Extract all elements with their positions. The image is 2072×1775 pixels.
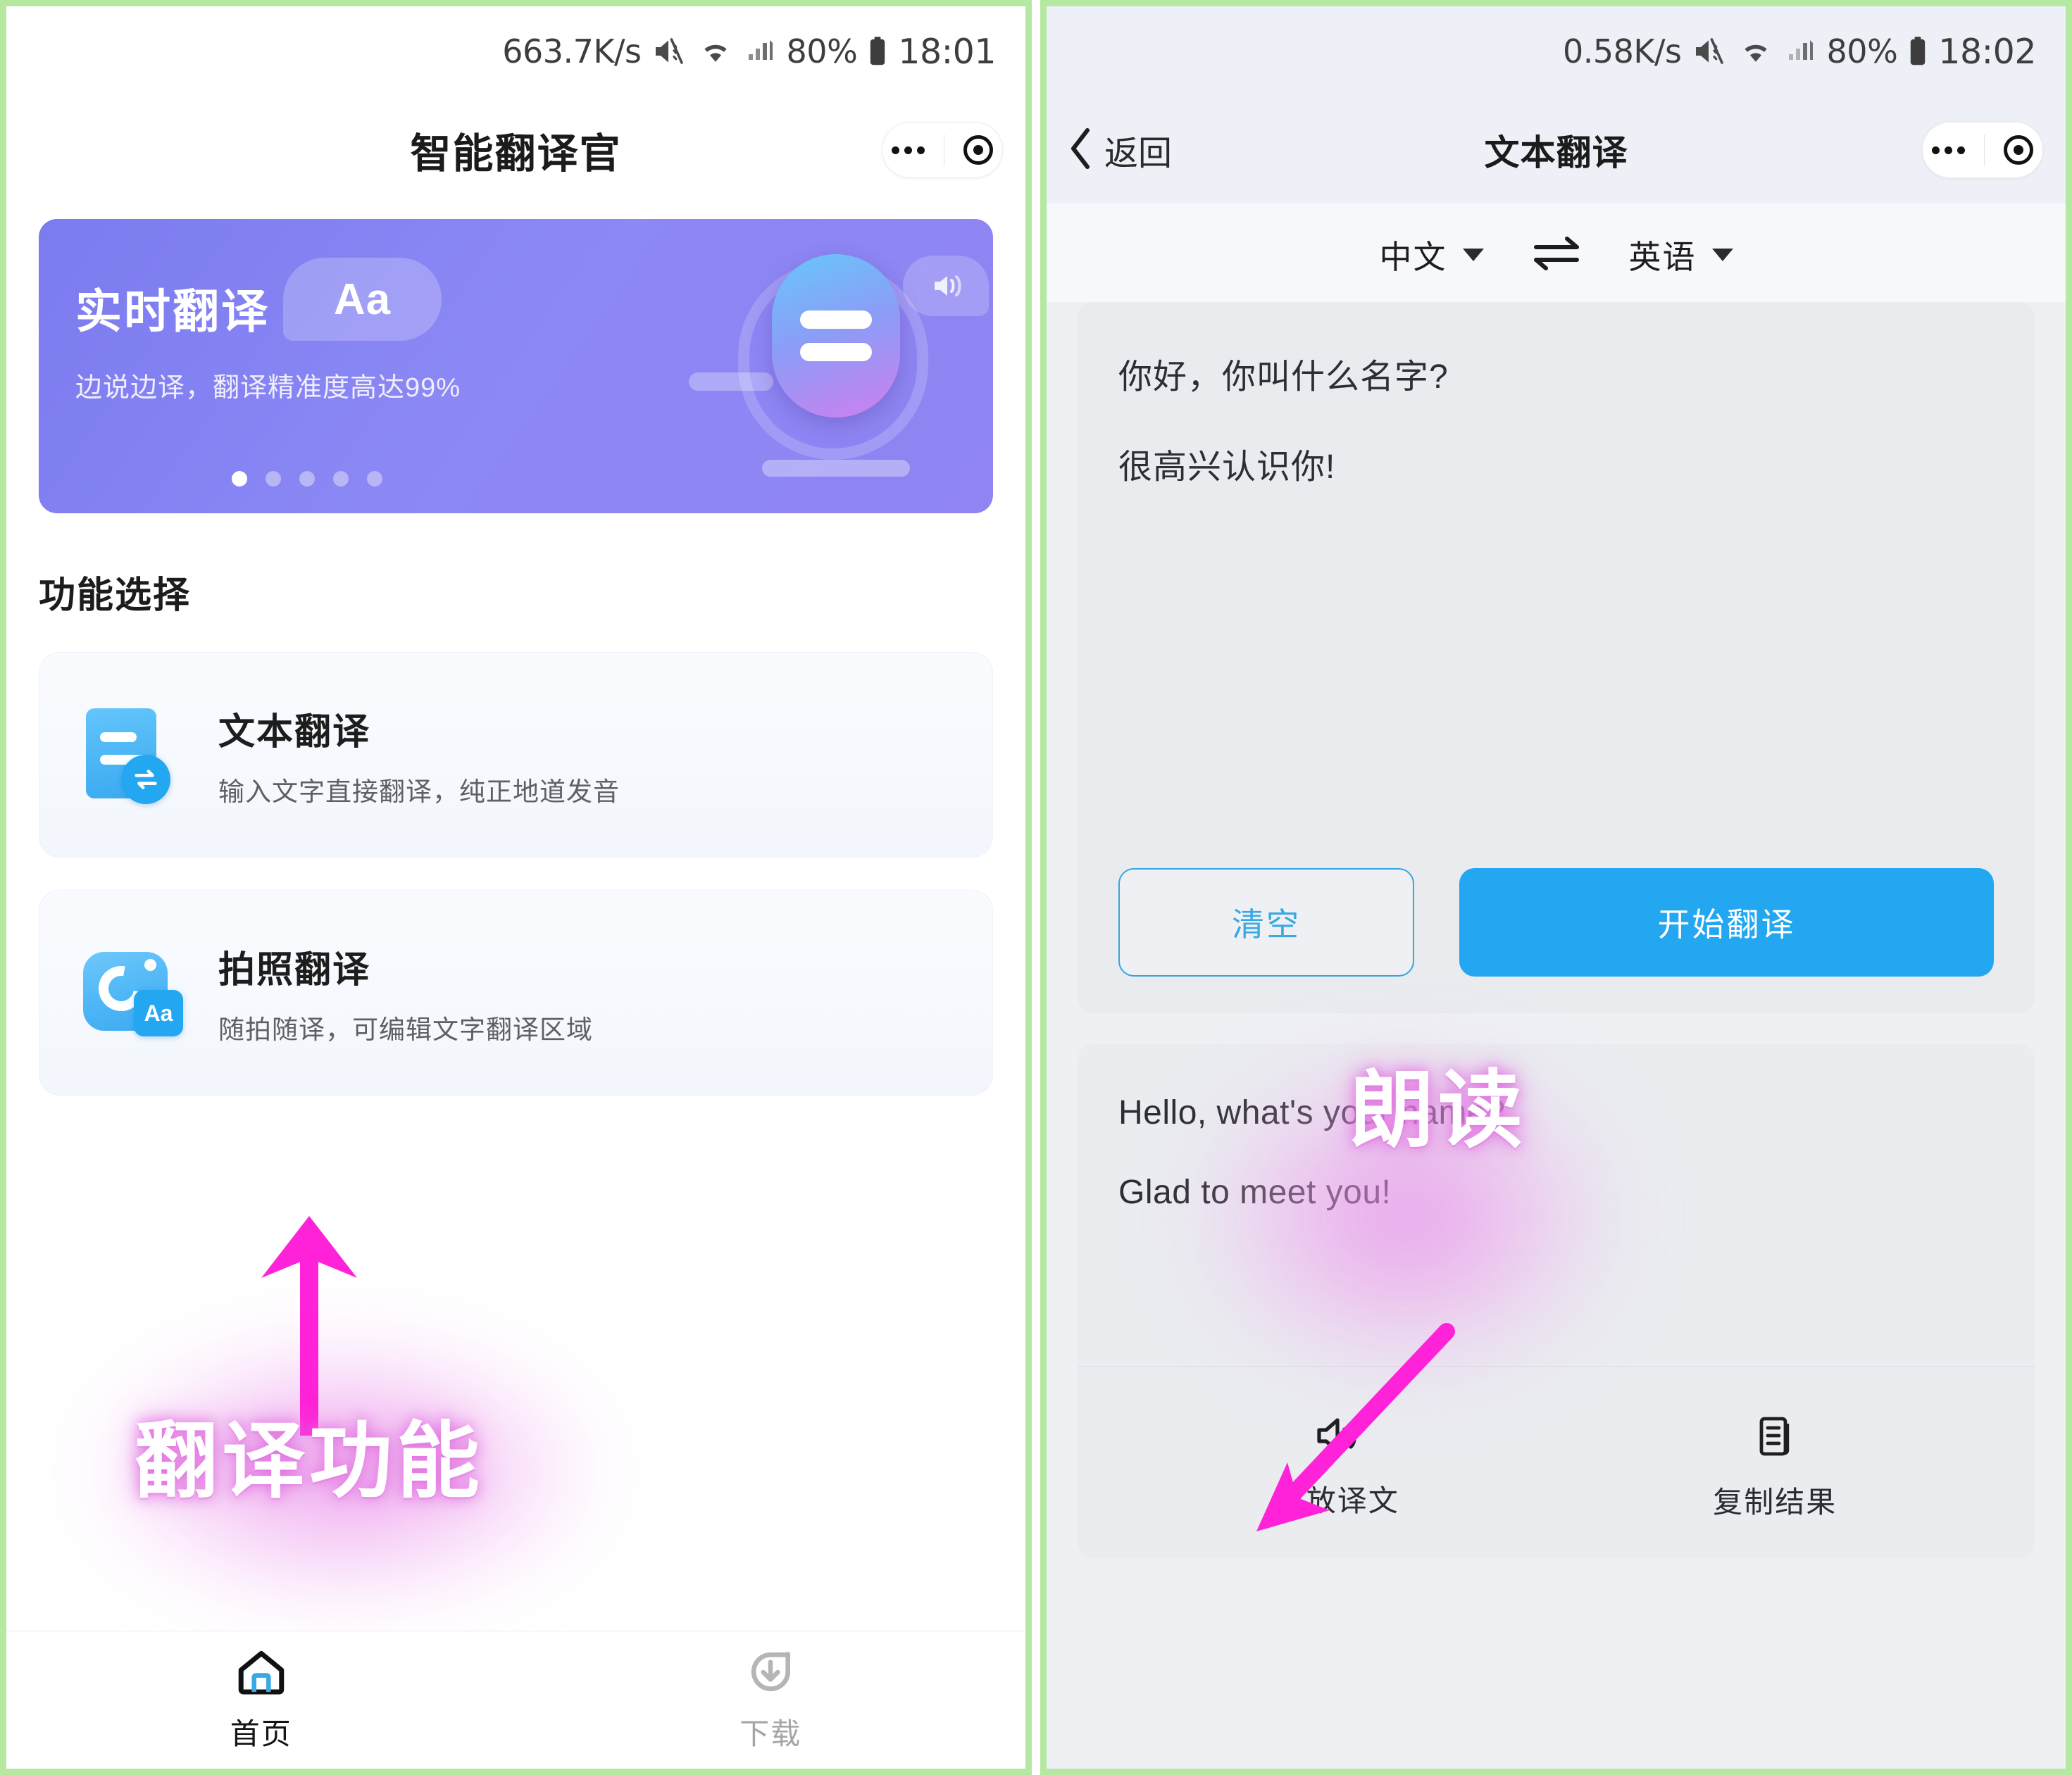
action-label: 播放译文 <box>1275 1484 1399 1517</box>
annotation-label-translate-feature: 翻译功能 <box>135 1415 485 1508</box>
result-text-line: Glad to meet you! <box>1118 1174 1392 1211</box>
back-button[interactable]: 返回 <box>1069 125 1172 175</box>
battery-percent: 80% <box>786 32 858 70</box>
divider <box>1078 1366 2035 1367</box>
translation-result-card: Hello, what's your name? Glad to meet yo… <box>1078 1044 2035 1558</box>
source-text-line[interactable]: 很高兴认识你! <box>1118 439 1994 488</box>
chevron-down-icon[interactable] <box>1462 249 1484 261</box>
right-content: 中文 英语 你好，你叫什么名字? 很高兴认识你! 清空 开始翻译 Hello, … <box>1047 203 2066 1769</box>
page-title: 智能翻译官 <box>410 131 622 177</box>
app-header: 返回 文本翻译 <box>1047 96 2066 203</box>
clock: 18:02 <box>1938 31 2036 72</box>
chevron-down-icon[interactable] <box>1711 249 1733 261</box>
miniprogram-capsule[interactable] <box>882 122 1003 178</box>
source-language-label: 中文 <box>1379 239 1447 275</box>
promo-banner[interactable]: 实时翻译 边说边译，翻译精准度高达99% Aa <box>39 219 993 513</box>
tab-download[interactable]: 下载 <box>516 1648 1026 1753</box>
swap-arrows-icon[interactable] <box>1530 236 1583 275</box>
source-text-line[interactable]: 你好，你叫什么名字? <box>1118 349 1994 398</box>
action-label: 复制结果 <box>1713 1486 1837 1519</box>
capsule-divider <box>1983 134 1985 165</box>
feature-subtitle: 随拍随译，可编辑文字翻译区域 <box>218 1015 593 1044</box>
wifi-icon <box>698 36 733 67</box>
back-label: 返回 <box>1104 135 1173 173</box>
target-language-label: 英语 <box>1628 239 1697 275</box>
home-icon <box>235 1648 287 1699</box>
start-translate-button[interactable]: 开始翻译 <box>1459 868 1994 977</box>
result-actions: 播放译文 复制结果 <box>1118 1415 1994 1522</box>
download-icon <box>744 1648 797 1699</box>
feature-card-body: 文本翻译 输入文字直接翻译，纯正地道发音 <box>218 702 620 808</box>
play-translation-button[interactable]: 播放译文 <box>1118 1415 1556 1522</box>
copy-result-button[interactable]: 复制结果 <box>1556 1415 1995 1522</box>
feature-title: 拍照翻译 <box>218 949 371 991</box>
status-bar: 663.7K/s 80% 18:01 <box>6 6 1025 96</box>
source-language-select[interactable]: 中文 <box>1380 232 1484 278</box>
feature-card-photo-translate[interactable]: Aa 拍照翻译 随拍随译，可编辑文字翻译区域 <box>39 890 993 1096</box>
signal-icon <box>1785 36 1816 67</box>
screenshot-stage: 663.7K/s 80% 18:01 智能翻译官 实时翻译 边说边译，翻译精准度… <box>0 0 2072 1775</box>
sound-wave-icon <box>903 256 989 316</box>
status-bar: 0.58K/s 80% 18:02 <box>1047 6 2066 96</box>
camera-translate-icon: Aa <box>83 945 183 1041</box>
mute-icon <box>653 36 687 67</box>
app-header: 智能翻译官 <box>6 96 1025 203</box>
result-text-line: Hello, what's your name? <box>1118 1094 1506 1131</box>
aa-bubble-icon: Aa <box>283 258 442 341</box>
carousel-dots[interactable] <box>232 471 382 487</box>
right-phone-screen: 0.58K/s 80% 18:02 返回 文本翻译 中文 英语 你好，你叫什么名… <box>1040 0 2072 1775</box>
target-circle-icon[interactable] <box>2003 135 2033 165</box>
feature-title: 文本翻译 <box>218 711 371 753</box>
battery-icon <box>1909 36 1927 67</box>
source-text-card[interactable]: 你好，你叫什么名字? 很高兴认识你! 清空 开始翻译 <box>1078 302 2035 1013</box>
document-translate-icon <box>83 707 179 804</box>
target-circle-icon[interactable] <box>963 135 993 165</box>
page-title: 文本翻译 <box>1484 133 1628 173</box>
tab-label: 首页 <box>230 1717 292 1750</box>
action-button-row: 清空 开始翻译 <box>1118 868 1994 977</box>
speaker-icon[interactable] <box>1313 1415 1361 1460</box>
network-speed: 0.58K/s <box>1562 32 1682 70</box>
section-title: 功能选择 <box>39 575 192 616</box>
network-speed: 663.7K/s <box>502 32 642 70</box>
battery-icon <box>868 36 887 67</box>
mute-icon <box>1693 36 1727 67</box>
left-content: 实时翻译 边说边译，翻译精准度高达99% Aa 功能选择 文本翻译 输入文字直接… <box>6 219 1025 1096</box>
annotation-glow <box>84 1330 605 1612</box>
more-dots-icon[interactable] <box>1932 146 1966 154</box>
miniprogram-capsule[interactable] <box>1922 122 2043 178</box>
feature-subtitle: 输入文字直接翻译，纯正地道发音 <box>218 777 620 806</box>
feature-card-body: 拍照翻译 随拍随译，可编辑文字翻译区域 <box>218 940 593 1046</box>
clear-button[interactable]: 清空 <box>1118 868 1414 977</box>
more-dots-icon[interactable] <box>892 146 925 154</box>
wifi-icon <box>1738 36 1773 67</box>
clock: 18:01 <box>898 31 996 72</box>
battery-percent: 80% <box>1826 32 1898 70</box>
feature-card-text-translate[interactable]: 文本翻译 输入文字直接翻译，纯正地道发音 <box>39 652 993 858</box>
copy-document-icon[interactable] <box>1753 1415 1797 1462</box>
language-selector-row: 中文 英语 <box>1047 203 2066 302</box>
chevron-left-icon[interactable] <box>1069 127 1093 173</box>
annotation-arrow-up-icon <box>261 1216 357 1436</box>
left-phone-screen: 663.7K/s 80% 18:01 智能翻译官 实时翻译 边说边译，翻译精准度… <box>0 0 1032 1775</box>
tab-home[interactable]: 首页 <box>6 1648 516 1753</box>
signal-icon <box>744 36 775 67</box>
bottom-tab-bar: 首页 下载 <box>6 1631 1025 1769</box>
tab-label: 下载 <box>739 1717 802 1750</box>
target-language-select[interactable]: 英语 <box>1629 232 1733 278</box>
